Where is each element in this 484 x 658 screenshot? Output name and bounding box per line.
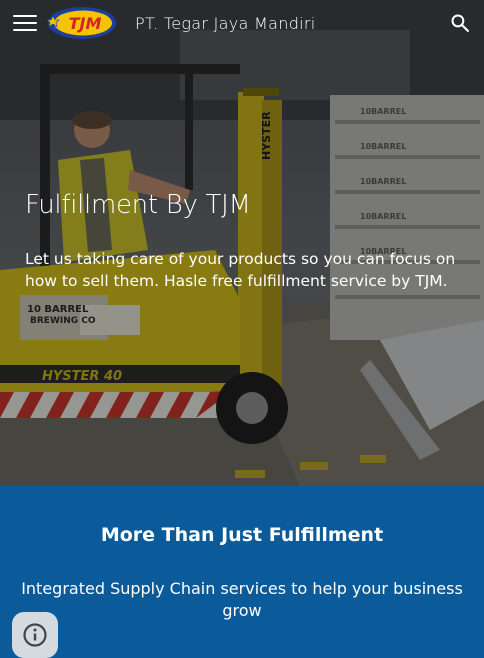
hero-title: Fulfillment By TJM	[25, 190, 251, 220]
menu-icon[interactable]	[13, 13, 37, 33]
section-description: Integrated Supply Chain services to help…	[21, 579, 463, 620]
hero-section: 10BARREL 10BARREL 10BARREL 10BARREL 10BA…	[0, 0, 484, 486]
top-app-bar: TJM PT. Tegar Jaya Mandiri	[0, 0, 484, 46]
hero-description: Let us taking care of your products so y…	[25, 250, 456, 290]
section-title: More Than Just Fulfillment	[100, 524, 384, 546]
hero-overlay	[0, 0, 484, 486]
services-section: More Than Just Fulfillment Integrated Su…	[0, 486, 484, 650]
info-icon	[23, 623, 47, 647]
svg-text:TJM: TJM	[69, 14, 102, 33]
search-icon[interactable]	[450, 13, 470, 33]
site-title[interactable]: PT. Tegar Jaya Mandiri	[135, 14, 316, 33]
tjm-logo[interactable]: TJM	[47, 6, 117, 40]
info-button[interactable]	[12, 612, 58, 658]
